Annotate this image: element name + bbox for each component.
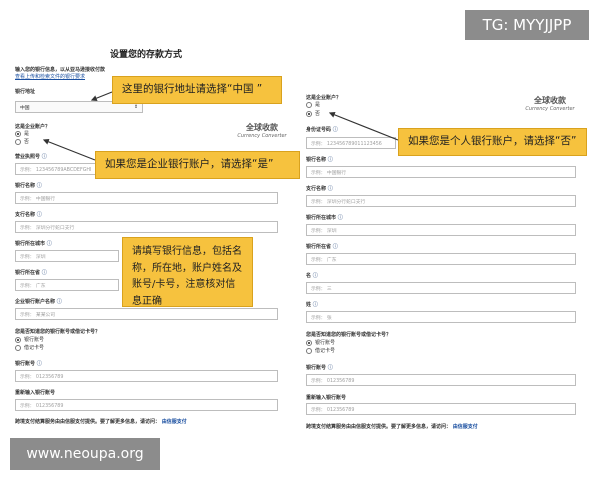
id-number-input[interactable]: 示例： 123456789011123456 — [306, 137, 396, 149]
enterprise-no-radio[interactable]: 否 — [15, 138, 29, 145]
bank-name-label: 银行名称 ⓘ — [15, 183, 42, 189]
bank-account-radio[interactable]: 银行账号 — [306, 339, 335, 346]
radio-selected-icon — [15, 130, 21, 137]
reenter-account-input[interactable]: 示例： 012356789 — [15, 399, 278, 411]
bank-name-label: 银行名称 ⓘ — [306, 157, 333, 163]
footer-text: 跨境支付结算服务由由信服支付提供。要了解更多信息，请访问： 由信服支付 — [15, 419, 187, 425]
debit-card-radio[interactable]: 借记卡号 — [15, 344, 44, 351]
radio-empty-icon — [306, 347, 312, 354]
reenter-account-input[interactable]: 示例： 012356789 — [306, 403, 576, 415]
bank-name-input[interactable]: 示例： 中国银行 — [15, 192, 278, 204]
enterprise-question-label: 这是企业账户？ — [306, 95, 342, 101]
province-label: 银行所在省 ⓘ — [306, 244, 338, 250]
account-number-label: 银行账号 ⓘ — [306, 365, 333, 371]
callout-bank-location: 这里的银行地址请选择“中国 ” — [112, 76, 282, 104]
first-name-label: 名 ⓘ — [306, 273, 318, 279]
province-input[interactable]: 示例： 广东 — [15, 279, 119, 291]
payment-service-link[interactable]: 由信服支付 — [453, 424, 478, 430]
site-watermark: www.neoupa.org — [10, 438, 160, 470]
help-circle-icon[interactable]: ⓘ — [313, 302, 318, 308]
currency-converter-logo: 全球收款 Currency Converter — [525, 96, 575, 112]
help-circle-icon[interactable]: ⓘ — [47, 241, 52, 247]
radio-empty-icon — [15, 344, 21, 351]
last-name-input[interactable]: 示例： 张 — [306, 311, 576, 323]
tg-watermark: TG: MYYJJPP — [465, 10, 589, 40]
city-label: 银行所在城市 ⓘ — [306, 215, 343, 221]
help-circle-icon[interactable]: ⓘ — [42, 154, 47, 160]
reenter-account-label: 重新输入银行账号 — [15, 390, 56, 396]
help-circle-icon[interactable]: ⓘ — [333, 244, 338, 250]
radio-selected-icon — [306, 339, 312, 346]
enterprise-yes-radio[interactable]: 是 — [306, 101, 320, 108]
bank-account-radio[interactable]: 银行账号 — [15, 336, 44, 343]
license-input[interactable]: 示例： 123456789ABCDEFGHI — [15, 163, 100, 175]
help-circle-icon[interactable]: ⓘ — [57, 299, 62, 305]
help-circle-icon[interactable]: ⓘ — [328, 157, 333, 163]
help-circle-icon[interactable]: ⓘ — [42, 270, 47, 276]
id-number-label: 身份证号码 ⓘ — [306, 127, 338, 133]
footer-text: 跨境支付结算服务由由信服支付提供。要了解更多信息，请访问： 由信服支付 — [306, 424, 478, 430]
branch-input[interactable]: 示例： 深圳分行蛇口支行 — [15, 221, 278, 233]
bank-name-input[interactable]: 示例： 中国银行 — [306, 166, 576, 178]
callout-personal-account: 如果您是个人银行账户，请选择“否” — [398, 128, 587, 156]
radio-selected-icon — [306, 110, 312, 117]
bank-location-value: 中国 — [20, 105, 30, 111]
help-circle-icon[interactable]: ⓘ — [338, 215, 343, 221]
enterprise-no-radio[interactable]: 否 — [306, 110, 320, 117]
radio-selected-icon — [15, 336, 21, 343]
currency-converter-logo: 全球收款 Currency Converter — [237, 123, 287, 139]
province-input[interactable]: 示例： 广东 — [306, 253, 576, 265]
bank-location-label: 银行地址 — [15, 89, 36, 95]
city-input[interactable]: 示例： 深圳 — [306, 224, 576, 236]
enterprise-question-label: 这是企业账户？ — [15, 124, 51, 130]
help-circle-icon[interactable]: ⓘ — [328, 186, 333, 192]
enterprise-yes-radio[interactable]: 是 — [15, 130, 29, 137]
branch-label: 支行名称 ⓘ — [306, 186, 333, 192]
payment-service-link[interactable]: 由信服支付 — [162, 419, 187, 425]
callout-enterprise-account: 如果您是企业银行账户，请选择“是” — [95, 151, 300, 179]
help-circle-icon[interactable]: ⓘ — [313, 273, 318, 279]
select-arrows-icon: ⇕ — [133, 104, 138, 110]
city-label: 银行所在城市 ⓘ — [15, 241, 52, 247]
bank-requirements-link[interactable]: 查看上传和检索文件的银行要求 — [15, 73, 85, 80]
help-circle-icon[interactable]: ⓘ — [37, 361, 42, 367]
help-circle-icon[interactable]: ⓘ — [333, 127, 338, 133]
radio-empty-icon — [306, 101, 312, 108]
page-title: 设置您的存款方式 — [110, 50, 183, 60]
radio-empty-icon — [15, 138, 21, 145]
last-name-label: 姓 ⓘ — [306, 302, 318, 308]
form-intro: 输入您的银行信息，以从亚马逊接收付款 — [15, 67, 106, 73]
help-circle-icon[interactable]: ⓘ — [37, 212, 42, 218]
debit-card-radio[interactable]: 借记卡号 — [306, 347, 335, 354]
callout-fill-bank-info: 请填写银行信息，包括名称，所在地，账户姓名及账号/卡号，注意核对信息正确 — [122, 237, 253, 307]
account-number-label: 银行账号 ⓘ — [15, 361, 42, 367]
account-type-question: 您是否知道您的银行账号或借记卡号？ — [306, 332, 392, 338]
help-circle-icon[interactable]: ⓘ — [37, 183, 42, 189]
province-label: 银行所在省 ⓘ — [15, 270, 47, 276]
help-circle-icon[interactable]: ⓘ — [328, 365, 333, 371]
reenter-account-label: 重新输入银行账号 — [306, 395, 347, 401]
branch-label: 支行名称 ⓘ — [15, 212, 42, 218]
account-number-input[interactable]: 示例： 012356789 — [306, 374, 576, 386]
branch-input[interactable]: 示例： 深圳分行蛇口支行 — [306, 195, 576, 207]
holder-name-label: 企业银行账户名称 ⓘ — [15, 299, 62, 305]
first-name-input[interactable]: 示例： 三 — [306, 282, 576, 294]
account-number-input[interactable]: 示例： 012356789 — [15, 370, 278, 382]
city-input[interactable]: 示例： 深圳 — [15, 250, 119, 262]
license-label: 营业执照号 ⓘ — [15, 154, 47, 160]
account-type-question: 您是否知道您的银行账号或借记卡号？ — [15, 329, 101, 335]
